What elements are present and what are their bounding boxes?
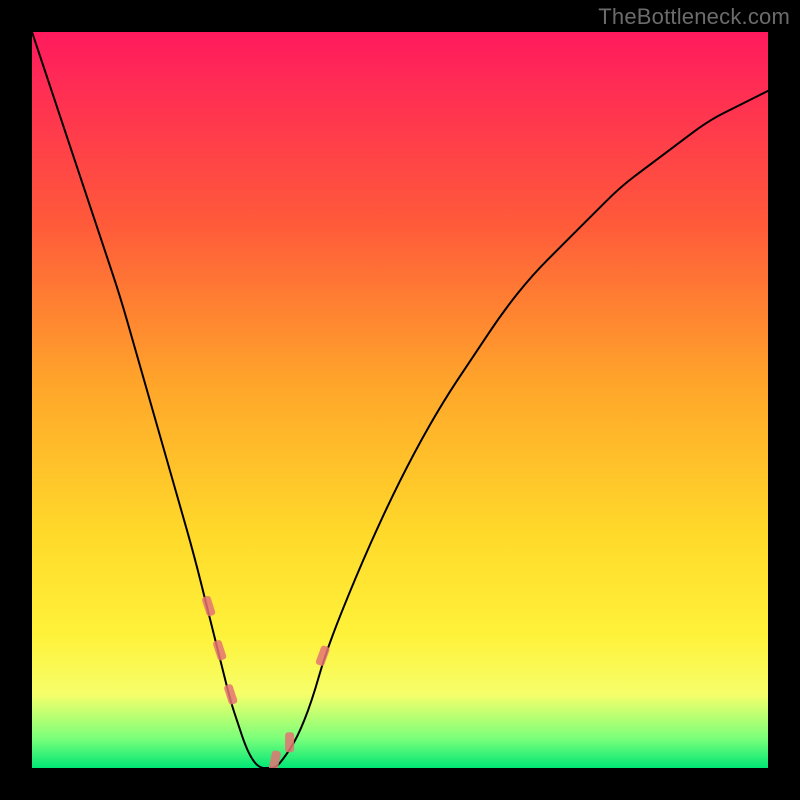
plot-area: [32, 32, 768, 768]
chart-svg: [32, 32, 768, 768]
chart-frame: TheBottleneck.com: [0, 0, 800, 800]
gradient-background: [32, 32, 768, 768]
watermark: TheBottleneck.com: [598, 4, 790, 30]
tick-mark: [285, 732, 294, 752]
